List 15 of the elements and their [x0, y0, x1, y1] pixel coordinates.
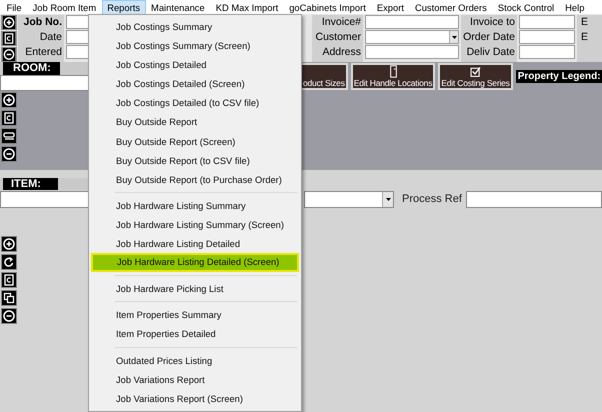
item-label: ITEM: — [3, 178, 58, 190]
field-label: Process Ref — [402, 193, 462, 205]
field-label: E — [581, 15, 590, 30]
field-label: Address — [321, 45, 361, 60]
field-label: Job No. — [22, 15, 62, 30]
field-label: Entered — [24, 45, 62, 60]
field-label: Customer — [314, 30, 361, 45]
field-label: Deliv Date — [466, 45, 515, 60]
field-label: Date — [38, 30, 62, 45]
room-label: ROOM: — [3, 62, 60, 75]
property-legend-label: Property Legend: — [516, 70, 602, 83]
field-label: Invoice# — [320, 15, 361, 30]
field-label: Order Date — [463, 30, 515, 45]
field-label: Invoice to — [469, 15, 515, 30]
field-label: E — [581, 30, 590, 45]
